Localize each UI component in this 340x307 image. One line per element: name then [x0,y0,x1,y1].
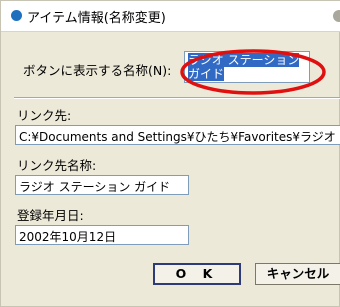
window-title: アイテム情報(名称変更) [27,11,166,26]
date-label: 登録年月日: [17,208,84,223]
link-field[interactable]: C:¥Documents and Settings¥ひたち¥Favorites¥… [15,125,340,145]
title-bar[interactable]: アイテム情報(名称変更) [1,1,340,32]
link-label: リンク先: [17,108,72,123]
separator [14,97,340,99]
item-info-dialog: アイテム情報(名称変更) ボタンに表示する名称(N): ラジオ ステーション ガ… [0,0,340,307]
date-field[interactable]: 2002年10月12日 [15,225,189,245]
button-name-selected-text: ラジオ ステーション ガイド [188,53,300,81]
link-name-field[interactable]: ラジオ ステーション ガイド [15,175,189,195]
close-icon[interactable] [333,10,340,22]
link-name-label: リンク先名称: [17,158,97,173]
app-icon [11,10,22,21]
cancel-button[interactable]: キャンセル [255,263,340,285]
button-name-label: ボタンに表示する名称(N): [23,63,172,78]
button-name-field[interactable]: ラジオ ステーション ガイド [184,51,310,83]
ok-button[interactable]: O K [153,263,241,285]
